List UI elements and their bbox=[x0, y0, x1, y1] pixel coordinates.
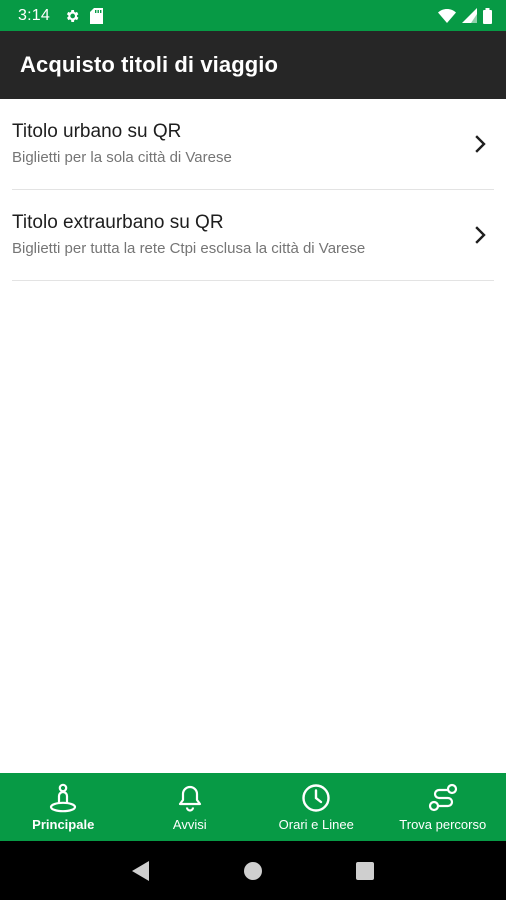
back-icon[interactable] bbox=[121, 851, 161, 891]
system-navigation-bar bbox=[0, 841, 506, 900]
nav-item-principale[interactable]: Principale bbox=[0, 773, 127, 841]
app-bar: Acquisto titoli di viaggio bbox=[0, 31, 506, 99]
home-icon[interactable] bbox=[233, 851, 273, 891]
signal-icon bbox=[462, 8, 477, 23]
nav-item-trova-percorso[interactable]: Trova percorso bbox=[380, 773, 506, 841]
list-item-urban-qr[interactable]: Titolo urbano su QR Biglietti per la sol… bbox=[12, 99, 494, 190]
wifi-icon bbox=[438, 8, 456, 23]
recents-icon[interactable] bbox=[345, 851, 385, 891]
nav-label: Avvisi bbox=[172, 817, 207, 832]
nav-label: Principale bbox=[32, 817, 95, 832]
chevron-right-icon bbox=[474, 226, 488, 249]
bell-icon bbox=[175, 782, 205, 814]
list-item-title: Titolo urbano su QR bbox=[12, 121, 182, 142]
ticket-list: Titolo urbano su QR Biglietti per la sol… bbox=[0, 99, 506, 773]
list-item-subtitle: Biglietti per la sola città di Varese bbox=[12, 149, 232, 166]
list-item-extraurban-qr[interactable]: Titolo extraurbano su QR Biglietti per t… bbox=[12, 190, 494, 281]
list-item-subtitle: Biglietti per tutta la rete Ctpi esclusa… bbox=[12, 240, 366, 257]
status-icons-left bbox=[64, 7, 103, 24]
gear-icon bbox=[64, 8, 80, 24]
status-bar: 3:14 bbox=[0, 0, 506, 31]
nav-label: Trova percorso bbox=[399, 817, 487, 832]
nav-label: Orari e Linee bbox=[278, 817, 354, 832]
clock-icon bbox=[300, 782, 332, 814]
sd-card-icon bbox=[89, 7, 103, 24]
chevron-right-icon bbox=[474, 135, 488, 158]
bottom-navigation: Principale Avvisi Orari e Linee Trova pe… bbox=[0, 773, 506, 841]
status-time: 3:14 bbox=[18, 6, 50, 24]
battery-icon bbox=[483, 7, 492, 24]
list-item-title: Titolo extraurbano su QR bbox=[12, 212, 224, 233]
person-location-icon bbox=[47, 782, 79, 814]
status-icons-right bbox=[438, 7, 492, 24]
page-title: Acquisto titoli di viaggio bbox=[20, 52, 279, 77]
route-icon bbox=[426, 782, 460, 814]
nav-item-orari-linee[interactable]: Orari e Linee bbox=[253, 773, 380, 841]
nav-item-avvisi[interactable]: Avvisi bbox=[127, 773, 254, 841]
